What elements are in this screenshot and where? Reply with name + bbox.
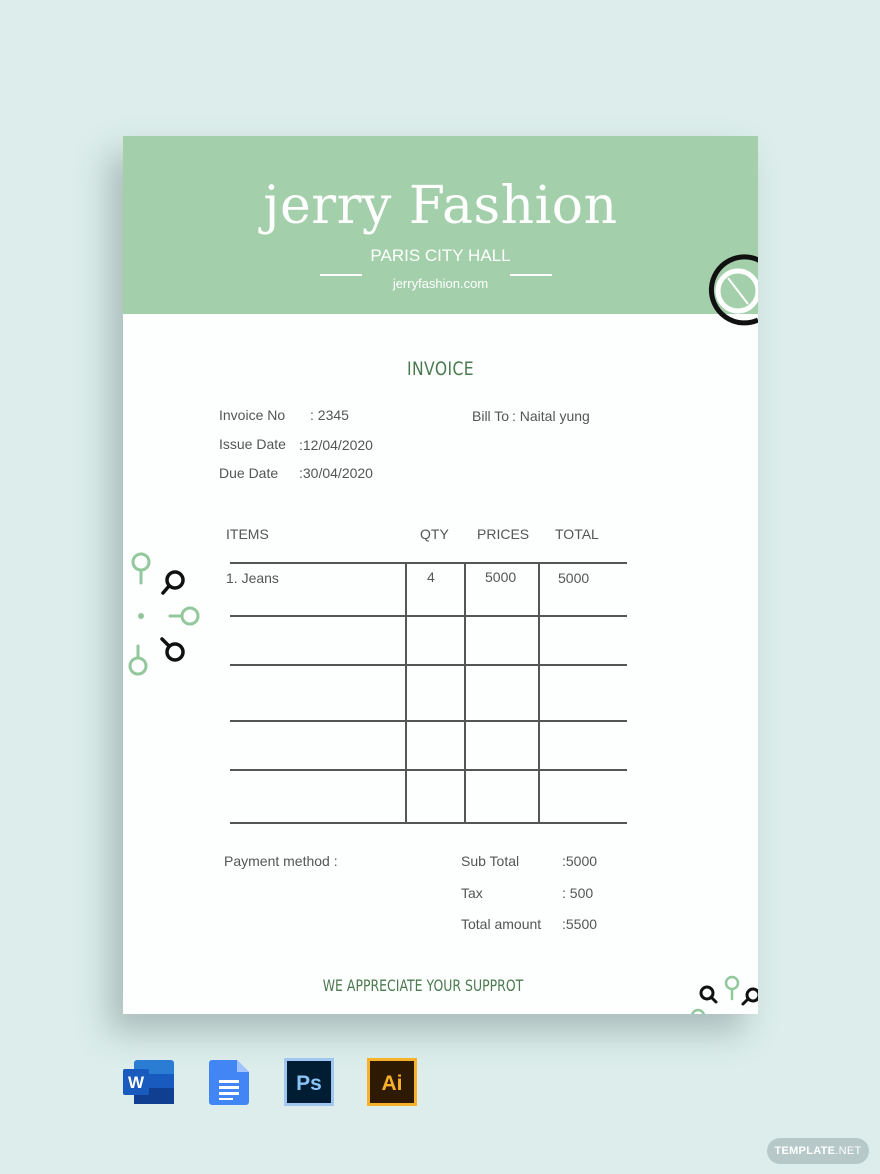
word-icon[interactable]: W xyxy=(122,1058,176,1106)
col-header-items: ITEMS xyxy=(226,526,269,542)
table-col-divider xyxy=(464,563,466,823)
watermark-brand: TEMPLATE xyxy=(774,1145,836,1157)
invoice-no-value: : 2345 xyxy=(310,407,349,423)
illustrator-glyph: Ai xyxy=(382,1072,403,1095)
google-docs-icon[interactable] xyxy=(205,1058,259,1106)
table-col-divider xyxy=(538,563,540,823)
col-header-total: TOTAL xyxy=(555,526,599,542)
due-date-value: :30/04/2020 xyxy=(299,465,373,481)
tax-value: : 500 xyxy=(562,885,594,901)
invoice-header: jerry Fashion PARIS CITY HALL jerryfashi… xyxy=(123,136,758,314)
invoice-no-label: Invoice No xyxy=(219,407,286,423)
tax-label: Tax xyxy=(461,885,483,901)
bill-to-value: : Naital yung xyxy=(512,408,590,424)
magnifier-decoration-corner-icon xyxy=(691,975,758,1014)
location: PARIS CITY HALL xyxy=(370,246,511,265)
q-logo-icon xyxy=(708,254,758,326)
row-price: 5000 xyxy=(485,569,517,585)
total-amount-value: :5500 xyxy=(562,916,598,932)
word-glyph: W xyxy=(128,1073,145,1092)
sub-total-label: Sub Total xyxy=(461,853,520,869)
table-rule xyxy=(230,769,627,771)
table-col-divider xyxy=(405,563,407,823)
row-qty: 4 xyxy=(427,569,435,585)
sub-total-value: :5000 xyxy=(562,853,598,869)
template-net-watermark[interactable]: TEMPLATE.NET xyxy=(767,1138,869,1164)
table-rule xyxy=(230,822,627,824)
thanks-message: WE APPRECIATE YOUR SUPPROT xyxy=(322,976,524,995)
invoice-title: INVOICE xyxy=(406,358,475,380)
table-rule xyxy=(230,615,627,617)
payment-method-label: Payment method : xyxy=(224,853,338,869)
bill-to-label: Bill To xyxy=(472,408,510,424)
table-rule xyxy=(230,664,627,666)
issue-date-label: Issue Date xyxy=(219,436,286,452)
total-amount-label: Total amount xyxy=(461,916,542,932)
row-total: 5000 xyxy=(558,570,590,586)
watermark-suffix: .NET xyxy=(835,1145,862,1157)
table-rule xyxy=(230,720,627,722)
table-rule xyxy=(230,562,627,564)
due-date-label: Due Date xyxy=(219,465,279,481)
invoice-page: jerry Fashion PARIS CITY HALL jerryfashi… xyxy=(123,136,758,1014)
photoshop-glyph: Ps xyxy=(296,1072,322,1095)
col-header-prices: PRICES xyxy=(477,526,530,542)
row-item: 1. Jeans xyxy=(226,570,279,586)
col-header-qty: QTY xyxy=(420,526,449,542)
website: jerryfashion.com xyxy=(392,276,489,291)
brand-name: jerry Fashion xyxy=(263,176,618,236)
illustrator-icon[interactable]: Ai xyxy=(366,1058,420,1106)
magnifier-decoration-icon xyxy=(128,552,200,676)
issue-date-value: :12/04/2020 xyxy=(299,437,373,453)
photoshop-icon[interactable]: Ps xyxy=(283,1058,337,1106)
